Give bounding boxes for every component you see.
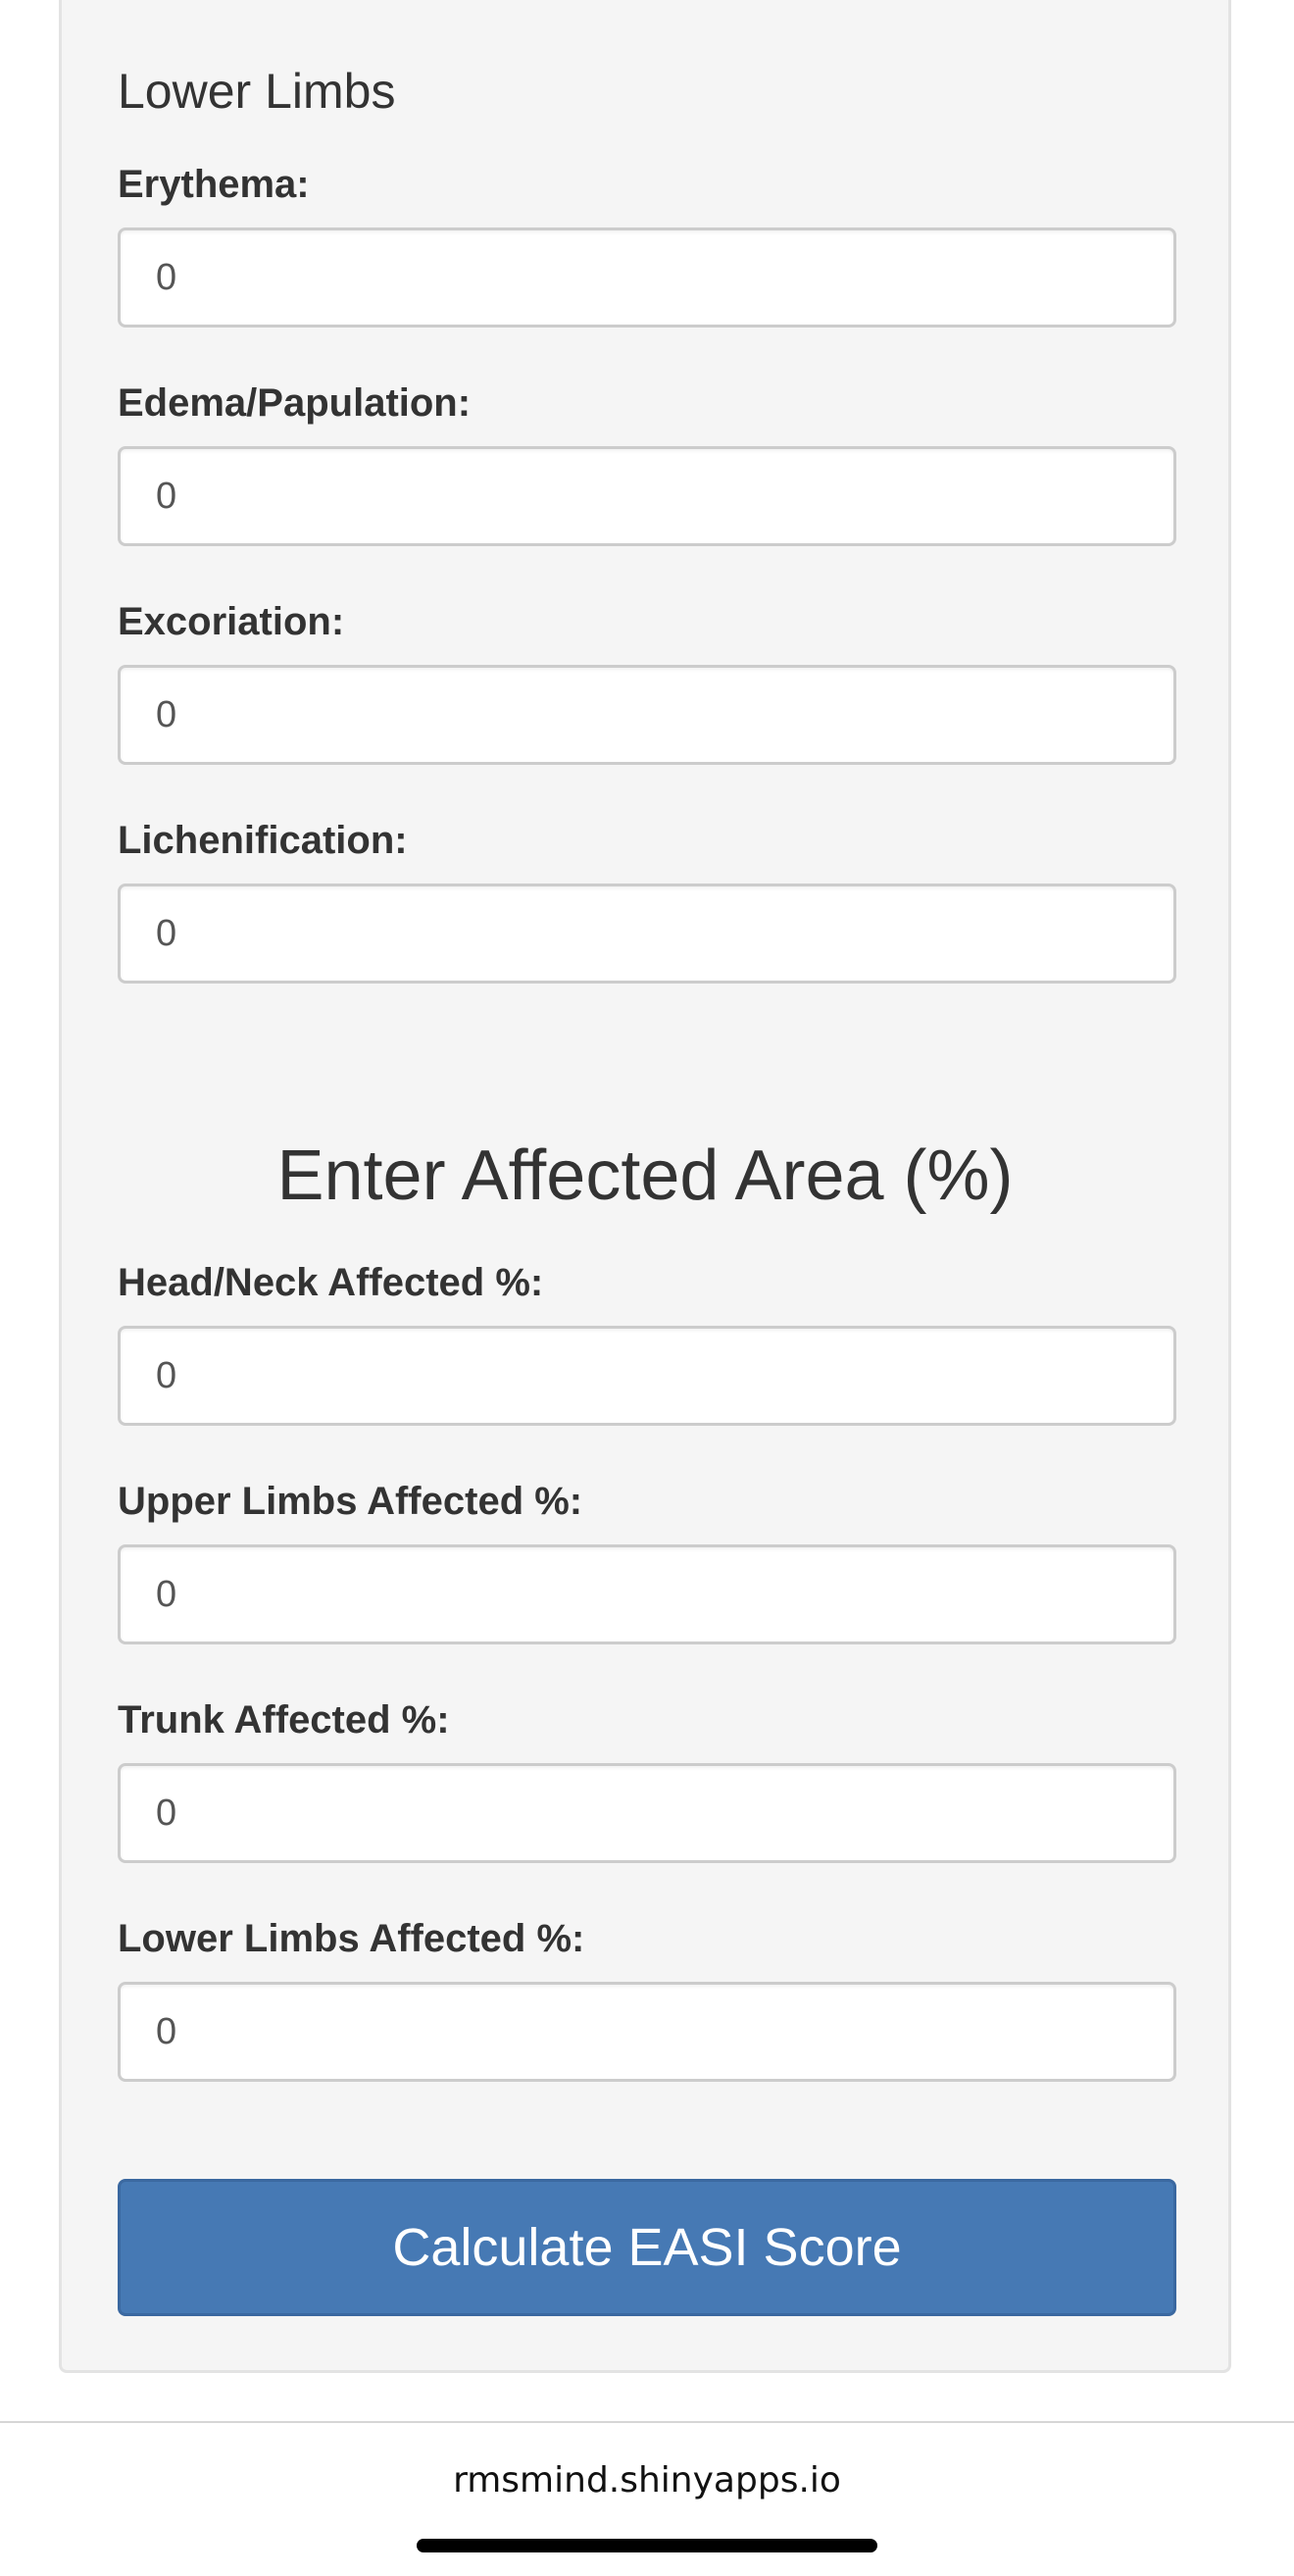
edema-papulation-label: Edema/Papulation: bbox=[118, 381, 472, 425]
calculate-easi-score-button[interactable]: Calculate EASI Score bbox=[118, 2179, 1176, 2316]
home-indicator[interactable] bbox=[417, 2539, 877, 2552]
lower-limbs-affected-input[interactable] bbox=[118, 1982, 1176, 2082]
trunk-affected-field: Trunk Affected %: bbox=[118, 1696, 1176, 1863]
lichenification-field: Lichenification: bbox=[118, 817, 1176, 984]
lichenification-label: Lichenification: bbox=[118, 819, 408, 862]
lower-limbs-affected-field: Lower Limbs Affected %: bbox=[118, 1915, 1176, 2082]
excoriation-label: Excoriation: bbox=[118, 600, 345, 643]
browser-bottom-bar: rmsmind.shinyapps.io bbox=[0, 2421, 1294, 2576]
trunk-affected-label: Trunk Affected %: bbox=[118, 1698, 450, 1742]
excoriation-input[interactable] bbox=[118, 665, 1176, 765]
erythema-field: Erythema: bbox=[118, 161, 1176, 328]
affected-area-heading: Enter Affected Area (%) bbox=[276, 1136, 1014, 1215]
lichenification-input[interactable] bbox=[118, 884, 1176, 984]
upper-limbs-affected-label: Upper Limbs Affected %: bbox=[118, 1480, 583, 1523]
head-neck-affected-label: Head/Neck Affected %: bbox=[118, 1261, 544, 1304]
head-neck-affected-input[interactable] bbox=[118, 1326, 1176, 1426]
upper-limbs-affected-field: Upper Limbs Affected %: bbox=[118, 1478, 1176, 1644]
excoriation-field: Excoriation: bbox=[118, 598, 1176, 765]
section-title-lower-limbs: Lower Limbs bbox=[118, 64, 396, 119]
lower-limbs-affected-label: Lower Limbs Affected %: bbox=[118, 1917, 585, 1960]
edema-papulation-input[interactable] bbox=[118, 446, 1176, 546]
erythema-label: Erythema: bbox=[118, 163, 310, 206]
head-neck-affected-field: Head/Neck Affected %: bbox=[118, 1259, 1176, 1426]
erythema-input[interactable] bbox=[118, 227, 1176, 328]
url-display[interactable]: rmsmind.shinyapps.io bbox=[0, 2460, 1294, 2500]
upper-limbs-affected-input[interactable] bbox=[118, 1544, 1176, 1644]
edema-papulation-field: Edema/Papulation: bbox=[118, 379, 1176, 546]
trunk-affected-input[interactable] bbox=[118, 1763, 1176, 1863]
